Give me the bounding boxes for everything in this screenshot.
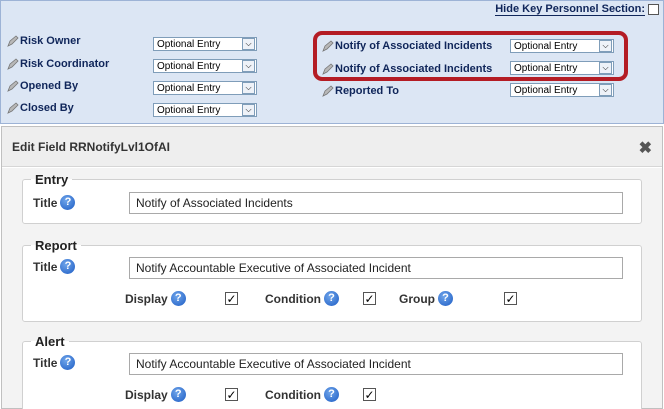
field-label-opened-by: Opened By <box>20 80 79 92</box>
close-icon[interactable]: ✖ <box>639 138 652 158</box>
select-value: Optional Entry <box>157 104 221 116</box>
field-label-reported-to: Reported To <box>335 85 399 97</box>
field-opened-by[interactable]: Opened By <box>7 80 78 92</box>
report-condition-label: Condition <box>265 291 321 306</box>
highlight-annotation <box>313 31 628 81</box>
hide-key-personnel-checkbox[interactable] <box>648 4 659 15</box>
entry-title-label: Title <box>33 195 58 210</box>
field-reported-to[interactable]: Reported To <box>322 85 399 97</box>
dialog-header: Edit Field RRNotifyLvl1OfAI <box>2 127 662 167</box>
dialog-title: Edit Field RRNotifyLvl1OfAI <box>12 139 171 154</box>
select-value: Optional Entry <box>514 84 578 96</box>
report-condition-checkbox[interactable]: ✓ <box>363 292 376 305</box>
report-section: Report Title ? Notify Accountable Execut… <box>22 238 642 322</box>
pencil-icon[interactable] <box>7 58 19 70</box>
select-value: Optional Entry <box>157 60 221 72</box>
pencil-icon[interactable] <box>7 80 19 92</box>
pencil-icon[interactable] <box>322 85 334 97</box>
closed-by-select[interactable]: Optional Entry ⌵ <box>153 103 257 117</box>
key-personnel-panel: Hide Key Personnel Section: Risk Owner O… <box>0 0 664 124</box>
entry-legend: Entry <box>35 172 69 187</box>
field-label-closed-by: Closed By <box>20 102 74 114</box>
alert-title-input[interactable]: Notify Accountable Executive of Associat… <box>129 353 623 375</box>
alert-condition-label: Condition <box>265 387 321 402</box>
report-title-row: Title ? <box>33 259 76 274</box>
report-group-checkbox[interactable]: ✓ <box>504 292 517 305</box>
help-icon[interactable]: ? <box>323 387 339 402</box>
alert-display-option: Display ? <box>125 387 186 402</box>
report-title-label: Title <box>33 259 58 274</box>
field-label-risk-owner: Risk Owner <box>20 35 81 47</box>
help-icon[interactable]: ? <box>323 291 339 306</box>
help-icon[interactable]: ? <box>60 195 76 210</box>
pencil-icon[interactable] <box>7 35 19 47</box>
select-value: Optional Entry <box>157 82 221 94</box>
alert-display-checkbox[interactable]: ✓ <box>225 388 238 401</box>
alert-legend: Alert <box>35 334 65 349</box>
opened-by-select[interactable]: Optional Entry ⌵ <box>153 81 257 95</box>
alert-title-row: Title ? <box>33 355 76 370</box>
help-icon[interactable]: ? <box>170 387 186 402</box>
report-legend: Report <box>35 238 77 253</box>
alert-condition-checkbox[interactable]: ✓ <box>363 388 376 401</box>
edit-field-dialog: Edit Field RRNotifyLvl1OfAI ✖ Entry Titl… <box>1 126 663 409</box>
hide-key-personnel-label: Hide Key Personnel Section: <box>495 3 645 16</box>
alert-display-label: Display <box>125 387 168 402</box>
entry-title-row: Title ? <box>33 195 76 210</box>
field-closed-by[interactable]: Closed By <box>7 102 74 114</box>
dialog-body: Entry Title ? Notify of Associated Incid… <box>2 168 662 409</box>
help-icon[interactable]: ? <box>170 291 186 306</box>
reported-to-select[interactable]: Optional Entry ⌵ <box>510 83 614 97</box>
report-title-input[interactable]: Notify Accountable Executive of Associat… <box>129 257 623 279</box>
chevron-down-icon[interactable]: ⌵ <box>599 84 612 96</box>
field-label-risk-coordinator: Risk Coordinator <box>20 58 110 70</box>
field-risk-owner[interactable]: Risk Owner <box>7 35 81 47</box>
alert-title-label: Title <box>33 355 58 370</box>
select-value: Optional Entry <box>157 38 221 50</box>
help-icon[interactable]: ? <box>60 259 76 274</box>
risk-owner-select[interactable]: Optional Entry ⌵ <box>153 37 257 51</box>
report-display-checkbox[interactable]: ✓ <box>225 292 238 305</box>
hide-key-personnel-toggle[interactable]: Hide Key Personnel Section: <box>495 3 659 16</box>
entry-section: Entry Title ? Notify of Associated Incid… <box>22 172 642 224</box>
chevron-down-icon[interactable]: ⌵ <box>242 82 255 94</box>
help-icon[interactable]: ? <box>60 355 76 370</box>
entry-title-input[interactable]: Notify of Associated Incidents <box>129 192 623 214</box>
report-display-label: Display <box>125 291 168 306</box>
alert-condition-option: Condition ? <box>265 387 339 402</box>
chevron-down-icon[interactable]: ⌵ <box>242 60 255 72</box>
report-group-label: Group <box>399 291 435 306</box>
report-display-option: Display ? <box>125 291 186 306</box>
chevron-down-icon[interactable]: ⌵ <box>242 38 255 50</box>
report-group-option: Group ? <box>399 291 453 306</box>
report-condition-option: Condition ? <box>265 291 339 306</box>
field-risk-coordinator[interactable]: Risk Coordinator <box>7 58 109 70</box>
help-icon[interactable]: ? <box>438 291 453 306</box>
alert-section: Alert Title ? Notify Accountable Executi… <box>22 334 642 409</box>
risk-coordinator-select[interactable]: Optional Entry ⌵ <box>153 59 257 73</box>
pencil-icon[interactable] <box>7 102 19 114</box>
chevron-down-icon[interactable]: ⌵ <box>242 104 255 116</box>
